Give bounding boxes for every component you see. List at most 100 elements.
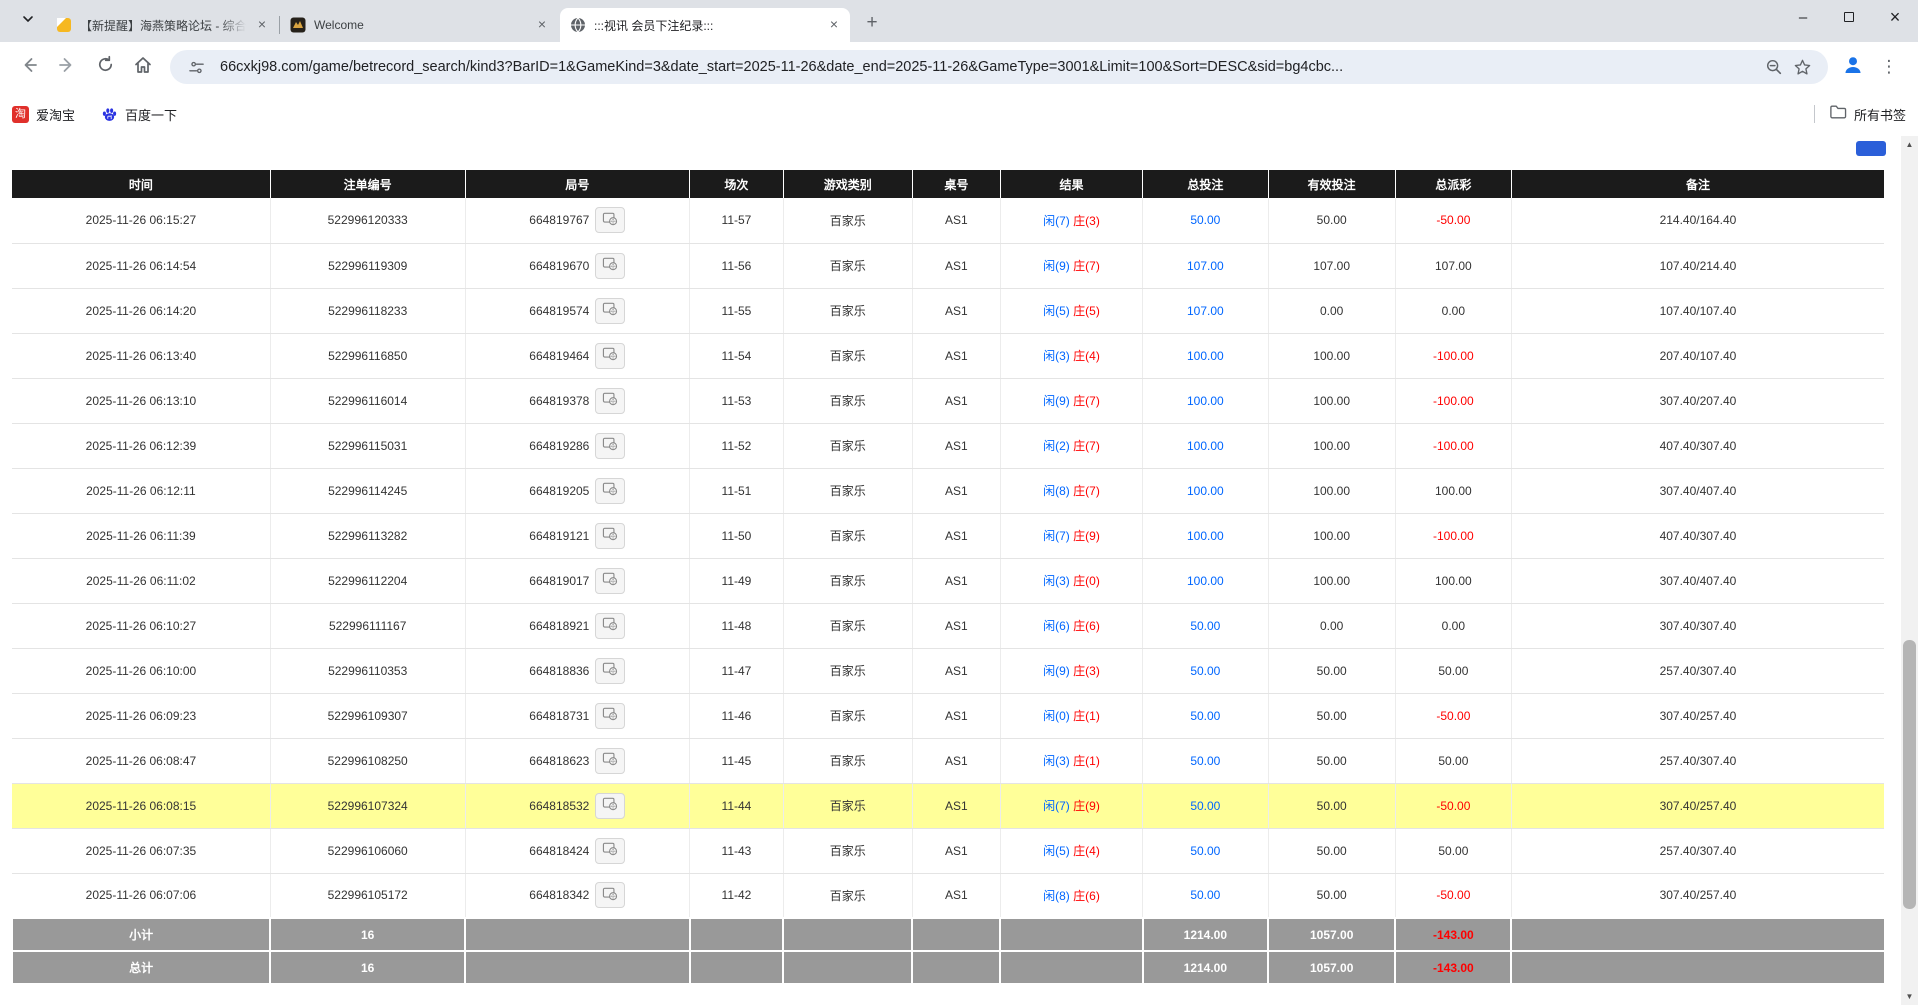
total-bet-link[interactable]: 50.00 bbox=[1190, 709, 1220, 723]
video-replay-button[interactable] bbox=[595, 298, 625, 324]
cell-note: 407.40/307.40 bbox=[1511, 513, 1884, 558]
film-icon bbox=[602, 347, 618, 364]
cell-bet-id: 522996120333 bbox=[270, 198, 465, 243]
close-icon[interactable]: × bbox=[254, 17, 270, 33]
total-bet-link[interactable]: 107.00 bbox=[1187, 259, 1224, 273]
video-replay-button[interactable] bbox=[595, 658, 625, 684]
tab-welcome[interactable]: Welcome × bbox=[280, 8, 558, 42]
total-bet-link[interactable]: 50.00 bbox=[1190, 754, 1220, 768]
cell-session: 11-46 bbox=[690, 693, 784, 738]
total-bet-link[interactable]: 107.00 bbox=[1187, 304, 1224, 318]
table-row: 2025-11-26 06:09:23 522996109307 6648187… bbox=[12, 693, 1884, 738]
back-button[interactable] bbox=[12, 50, 46, 84]
forward-button[interactable] bbox=[50, 50, 84, 84]
cell-game: 百家乐 bbox=[783, 603, 912, 648]
url-text[interactable]: 66cxkj98.com/game/betrecord_search/kind3… bbox=[220, 59, 1760, 75]
profile-avatar[interactable] bbox=[1836, 50, 1870, 84]
scroll-up-arrow[interactable]: ▲ bbox=[1901, 136, 1918, 153]
video-replay-button[interactable] bbox=[595, 523, 625, 549]
video-replay-button[interactable] bbox=[595, 838, 625, 864]
video-replay-button[interactable] bbox=[595, 568, 625, 594]
round-id-text: 664818921 bbox=[529, 619, 589, 633]
new-tab-button[interactable]: + bbox=[858, 9, 886, 37]
taobao-icon: 淘 bbox=[12, 106, 29, 123]
total-bet-link[interactable]: 50.00 bbox=[1190, 664, 1220, 678]
tab-forum[interactable]: 【新提醒】海燕策略论坛 - 综合 × bbox=[46, 8, 278, 42]
total-bet-link[interactable]: 100.00 bbox=[1187, 574, 1224, 588]
total-bet-link[interactable]: 100.00 bbox=[1187, 439, 1224, 453]
video-replay-button[interactable] bbox=[595, 343, 625, 369]
cell-bet-id: 522996114245 bbox=[270, 468, 465, 513]
site-info-icon[interactable] bbox=[182, 53, 210, 81]
reload-button[interactable] bbox=[88, 50, 122, 84]
scrollbar-thumb[interactable] bbox=[1903, 640, 1916, 909]
video-replay-button[interactable] bbox=[595, 253, 625, 279]
table-row: 2025-11-26 06:14:54 522996119309 6648196… bbox=[12, 243, 1884, 288]
video-replay-button[interactable] bbox=[595, 207, 625, 233]
result-player: 闲(0) bbox=[1043, 709, 1070, 723]
maximize-button[interactable] bbox=[1826, 0, 1872, 34]
browser-menu-button[interactable]: ⋮ bbox=[1872, 50, 1906, 84]
video-replay-button[interactable] bbox=[595, 433, 625, 459]
video-replay-button[interactable] bbox=[595, 388, 625, 414]
total-bet-link[interactable]: 50.00 bbox=[1190, 888, 1220, 902]
cell-total-bet: 107.00 bbox=[1143, 243, 1268, 288]
cell-result: 闲(9) 庄(7) bbox=[1000, 378, 1142, 423]
cell-result: 闲(9) 庄(3) bbox=[1000, 648, 1142, 693]
video-replay-button[interactable] bbox=[595, 748, 625, 774]
minimize-button[interactable]: – bbox=[1780, 0, 1826, 34]
cell-result: 闲(7) 庄(3) bbox=[1000, 198, 1142, 243]
film-icon bbox=[602, 527, 618, 544]
vertical-scrollbar[interactable]: ▲ ▼ bbox=[1901, 136, 1918, 1005]
close-window-button[interactable]: × bbox=[1872, 0, 1918, 34]
cell-time: 2025-11-26 06:15:27 bbox=[12, 198, 270, 243]
cell-time: 2025-11-26 06:07:35 bbox=[12, 828, 270, 873]
cell-table: AS1 bbox=[912, 603, 1000, 648]
cell-total-bet: 50.00 bbox=[1143, 198, 1268, 243]
bookmark-aitaobao[interactable]: 淘 爱淘宝 bbox=[12, 105, 75, 124]
cell-table: AS1 bbox=[912, 783, 1000, 828]
bookmark-label: 百度一下 bbox=[125, 105, 177, 124]
zoom-out-indicator-icon[interactable] bbox=[1760, 53, 1788, 81]
total-bet-link[interactable]: 100.00 bbox=[1187, 349, 1224, 363]
cell-valid-bet: 107.00 bbox=[1268, 243, 1395, 288]
page-content: 时间 注单编号 局号 场次 游戏类别 桌号 结果 总投注 有效投注 总派彩 备注… bbox=[0, 136, 1918, 1005]
total-bet-link[interactable]: 50.00 bbox=[1190, 799, 1220, 813]
omnibox[interactable]: 66cxkj98.com/game/betrecord_search/kind3… bbox=[170, 50, 1828, 84]
header-result: 结果 bbox=[1000, 170, 1142, 198]
total-bet-link[interactable]: 50.00 bbox=[1190, 619, 1220, 633]
cell-round-id: 664819286 bbox=[465, 423, 690, 468]
round-id-text: 664819121 bbox=[529, 529, 589, 543]
cell-payout: 50.00 bbox=[1395, 828, 1511, 873]
bookmarks-bar: 淘 爱淘宝 百度一下 所有书签 bbox=[0, 92, 1918, 136]
header-note: 备注 bbox=[1511, 170, 1884, 198]
home-button[interactable] bbox=[126, 50, 160, 84]
tab-bet-records[interactable]: :::视讯 会员下注纪录::: × bbox=[560, 8, 850, 42]
cell-game: 百家乐 bbox=[783, 558, 912, 603]
video-replay-button[interactable] bbox=[595, 478, 625, 504]
cell-result: 闲(5) 庄(5) bbox=[1000, 288, 1142, 333]
video-replay-button[interactable] bbox=[595, 793, 625, 819]
total-bet-link[interactable]: 50.00 bbox=[1190, 844, 1220, 858]
bookmark-baidu[interactable]: 百度一下 bbox=[101, 105, 177, 124]
scroll-down-arrow[interactable]: ▼ bbox=[1901, 988, 1918, 1005]
cell-valid-bet: 50.00 bbox=[1268, 873, 1395, 918]
table-row: 2025-11-26 06:07:35 522996106060 6648184… bbox=[12, 828, 1884, 873]
video-replay-button[interactable] bbox=[595, 703, 625, 729]
cell-bet-id: 522996113282 bbox=[270, 513, 465, 558]
close-icon[interactable]: × bbox=[826, 17, 842, 33]
result-player: 闲(7) bbox=[1043, 799, 1070, 813]
total-bet-link[interactable]: 100.00 bbox=[1187, 394, 1224, 408]
all-bookmarks-button[interactable]: 所有书签 bbox=[1829, 104, 1906, 125]
total-bet-link[interactable]: 100.00 bbox=[1187, 529, 1224, 543]
tab-search-button[interactable] bbox=[14, 7, 42, 35]
cell-note: 107.40/107.40 bbox=[1511, 288, 1884, 333]
video-replay-button[interactable] bbox=[595, 613, 625, 639]
video-replay-button[interactable] bbox=[595, 882, 625, 908]
close-icon[interactable]: × bbox=[534, 17, 550, 33]
total-bet-link[interactable]: 50.00 bbox=[1190, 213, 1220, 227]
cell-table: AS1 bbox=[912, 693, 1000, 738]
total-bet-link[interactable]: 100.00 bbox=[1187, 484, 1224, 498]
bookmark-star-icon[interactable] bbox=[1788, 53, 1816, 81]
subtotal-payout: -143.00 bbox=[1395, 918, 1511, 951]
